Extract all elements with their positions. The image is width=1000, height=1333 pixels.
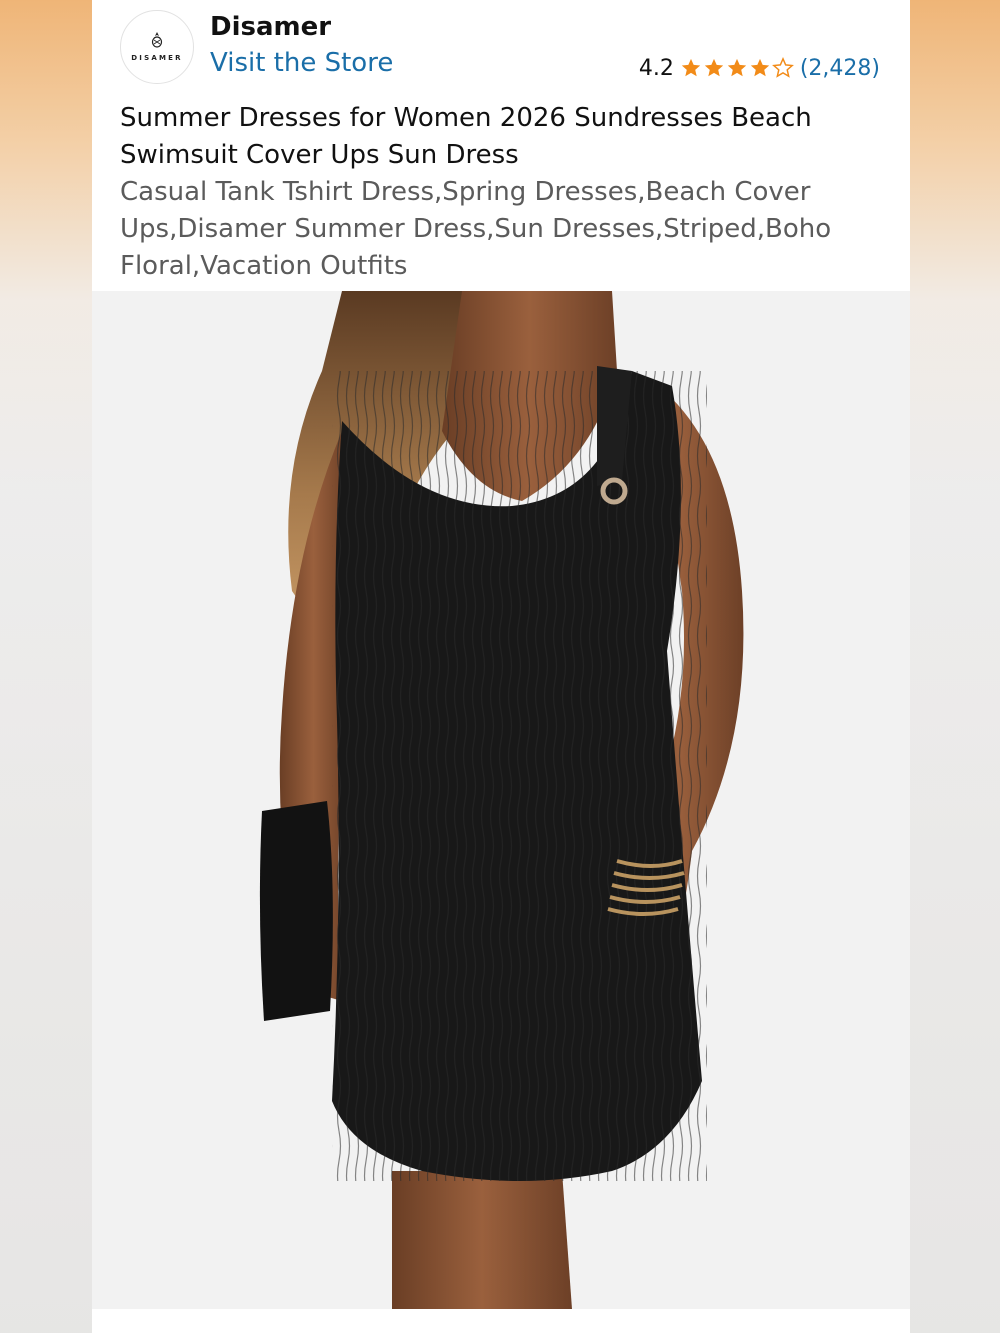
star-full-icon xyxy=(681,58,701,77)
rating-count-link[interactable]: (2,428) xyxy=(800,56,880,81)
rating-summary[interactable]: 4.2 (2,428) xyxy=(639,53,880,83)
star-rating xyxy=(680,57,794,79)
pineapple-icon xyxy=(151,32,163,48)
star-full-icon xyxy=(704,58,724,77)
store-logo-text: DISAMER xyxy=(131,54,183,62)
star-full-icon xyxy=(750,58,770,77)
product-card: DISAMER Disamer Visit the Store 4.2 (2,4… xyxy=(92,0,910,1333)
rating-value: 4.2 xyxy=(638,55,674,81)
star-empty-icon xyxy=(771,57,794,78)
visit-store-link[interactable]: Visit the Store xyxy=(210,48,393,78)
star-full-icon xyxy=(727,58,747,77)
background-shade-right xyxy=(908,280,1000,1333)
brand-name[interactable]: Disamer xyxy=(210,12,331,42)
product-subtitle: Casual Tank Tshirt Dress,Spring Dresses,… xyxy=(120,177,832,281)
store-logo[interactable]: DISAMER xyxy=(120,10,194,84)
product-header: DISAMER Disamer Visit the Store 4.2 (2,4… xyxy=(92,0,910,290)
product-image[interactable] xyxy=(92,291,910,1309)
product-title: Summer Dresses for Women 2026 Sundresses… xyxy=(120,103,812,170)
background-shade-left xyxy=(0,280,92,1333)
product-photo-black-dress xyxy=(92,291,910,1309)
